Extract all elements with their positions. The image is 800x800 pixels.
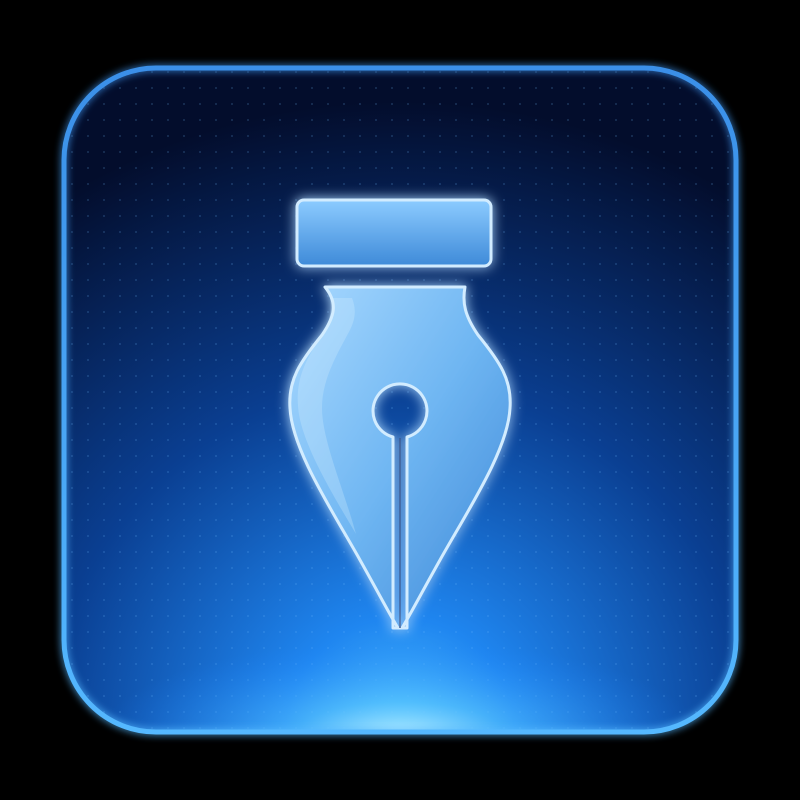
- nib-cap-bar: [295, 198, 493, 268]
- tile-dot-texture: [64, 68, 736, 732]
- pen-tool-app-icon: [61, 65, 739, 735]
- app-icon-canvas: [0, 0, 800, 800]
